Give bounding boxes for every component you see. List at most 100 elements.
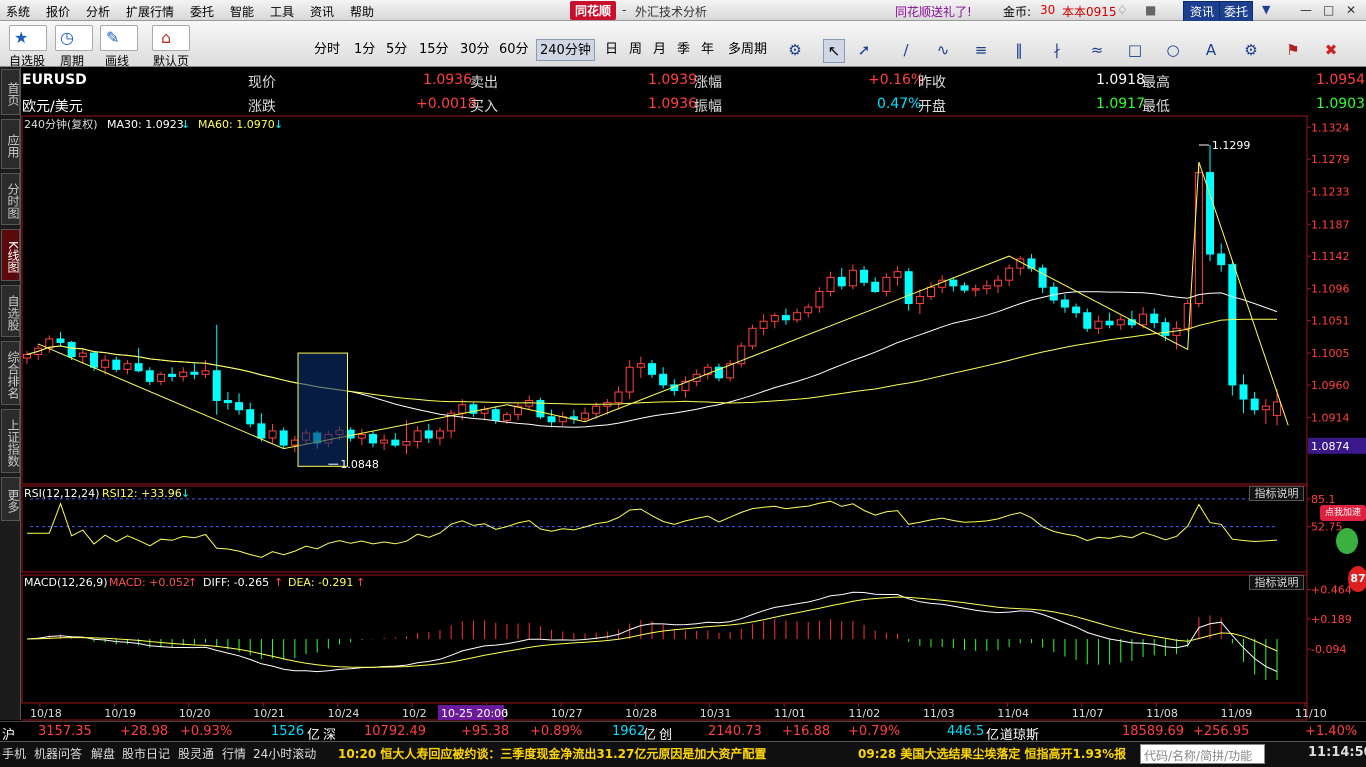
status-mobile[interactable]: 手机 — [2, 745, 26, 762]
candle-down — [837, 276, 846, 287]
candle-up — [1005, 267, 1014, 281]
candle-up — [290, 439, 299, 446]
macd-panel: +0.464 +0.189 -0.094 — [26, 584, 1352, 681]
macd-help-button[interactable]: 指标说明 — [1249, 575, 1304, 590]
candle-up — [458, 404, 467, 414]
kline-chart[interactable]: 1.1299 1.0848 85.152.75 +0.464 +0.189 -0.09… — [0, 0, 1366, 767]
candle-up — [101, 359, 110, 368]
price-tick-label: 1.1051 — [1311, 315, 1350, 328]
time-tick-label: 11/07 — [1072, 707, 1104, 720]
status-quote[interactable]: 行情 — [222, 745, 246, 762]
status-guling[interactable]: 股灵通 — [178, 745, 214, 762]
dj-pct: +1.40% — [1305, 724, 1358, 739]
time-tick-label: 10/24 — [328, 707, 360, 720]
sh-value: 3157.35 — [38, 724, 92, 739]
speedup-value: 87 — [1348, 566, 1366, 592]
search-input[interactable]: 代码/名称/简拼/功能 — [1140, 744, 1265, 764]
price-tick-label: 1.1096 — [1311, 283, 1350, 296]
sz-value: 10792.49 — [364, 724, 427, 739]
candle-up — [1116, 319, 1125, 326]
index-ticker: 沪 3157.35 +28.98 +0.93% 1526 亿 深 10792.4… — [0, 721, 1366, 743]
status-bar: 手机 机器问答 解盘 股市日记 股灵通 行情 24小时滚动 10:20 恒大人寿… — [0, 741, 1366, 767]
dj-value: 18589.69 — [1122, 724, 1185, 739]
candle-up — [625, 366, 634, 393]
candle-up — [927, 286, 936, 297]
zigzag-line — [38, 161, 1289, 450]
time-tick-label: 10/20 — [179, 707, 211, 720]
candle-up — [179, 371, 188, 377]
candle-up — [1172, 327, 1181, 336]
candle-up — [23, 353, 31, 359]
period-legend: 240分钟(复权) — [24, 117, 98, 131]
ma30-legend: MA30: 1.0923 — [107, 118, 184, 131]
candle-down — [1038, 267, 1047, 288]
price-tick-label: 1.1005 — [1311, 347, 1350, 360]
news-headline-1[interactable]: 10:20 恒大人寿回应被约谈：三季度现金净流出31.27亿元原因是加大资产配置 — [338, 745, 766, 762]
time-tick-label: 11/03 — [923, 707, 955, 720]
chart-frames — [21, 115, 1308, 721]
time-tick-label: 10/28 — [625, 707, 657, 720]
overlays: 1.1299 1.0848 — [26, 139, 1289, 471]
candle-up — [1194, 172, 1203, 305]
status-diary[interactable]: 股市日记 — [122, 745, 170, 762]
time-tick-label: 11/02 — [849, 707, 881, 720]
cy-pct: +0.79% — [848, 724, 901, 739]
candle-up — [268, 430, 277, 439]
candle-down — [89, 352, 98, 368]
low-annotation: 1.0848 — [340, 458, 379, 471]
macd-tick-label: -0.094 — [1311, 643, 1346, 656]
cy-change: +16.88 — [782, 724, 831, 739]
news-headline-2[interactable]: 09:28 美国大选结果尘埃落定 恒指高开1.93%报 — [858, 745, 1138, 762]
time-tick-label: 11/09 — [1221, 707, 1253, 720]
candle-up — [793, 312, 802, 321]
dea-arrow-icon: ↑ — [356, 576, 365, 589]
time-tick-label: 10/31 — [700, 707, 732, 720]
candle-down — [190, 371, 199, 375]
candle-down — [1239, 384, 1248, 400]
rsi-title: RSI(12,12,24) — [24, 487, 99, 500]
sz-amount: 1962 — [612, 724, 646, 739]
candle-up — [156, 373, 165, 382]
candle-down — [1150, 313, 1159, 324]
candle-down — [871, 281, 880, 293]
candle-down — [257, 423, 266, 439]
rsi-arrow-icon: ↓ — [181, 487, 190, 500]
price-tick-label: 1.1279 — [1311, 153, 1350, 166]
candle-down — [781, 315, 790, 321]
candle-down — [1228, 264, 1237, 386]
candle-down — [648, 363, 656, 375]
status-qa[interactable]: 机器问答 — [34, 745, 82, 762]
candle-down — [1206, 172, 1215, 255]
candle-down — [659, 373, 668, 386]
status-analysis[interactable]: 解盘 — [91, 745, 115, 762]
rsi-help-button[interactable]: 指标说明 — [1249, 486, 1304, 501]
time-tick-label: 10/2 — [402, 707, 427, 720]
candle-up — [848, 269, 857, 287]
status-24h[interactable]: 24小时滚动 — [253, 745, 316, 762]
candle-down — [1250, 398, 1259, 411]
cursor-time-label: 10-25 20:00 — [441, 707, 508, 720]
candle-down — [346, 429, 355, 439]
diff-legend: DIFF: -0.265 — [203, 576, 269, 589]
candle-down — [67, 341, 76, 358]
candle-down — [112, 359, 121, 370]
price-tick-label: 1.0914 — [1311, 411, 1350, 424]
candle-up — [971, 288, 980, 291]
candle-down — [1083, 312, 1092, 329]
sh-change: +28.98 — [120, 724, 169, 739]
candle-up — [915, 295, 924, 305]
candle-down — [246, 409, 255, 425]
candle-down — [1060, 299, 1069, 308]
candle-up — [882, 276, 891, 293]
rsi-panel: 85.152.75 — [27, 493, 1343, 558]
candle-down — [56, 338, 65, 343]
sz-change: +95.38 — [461, 724, 510, 739]
candle-up — [413, 430, 422, 443]
speedup-badge[interactable]: 点我加速 — [1320, 505, 1366, 521]
candle-up — [502, 414, 511, 421]
macd-legend: MACD: +0.052 — [109, 576, 190, 589]
candle-down — [424, 430, 433, 439]
time-tick-label: 10/18 — [30, 707, 62, 720]
panel-frame — [21, 574, 1308, 704]
mascot-icon[interactable] — [1336, 528, 1358, 554]
